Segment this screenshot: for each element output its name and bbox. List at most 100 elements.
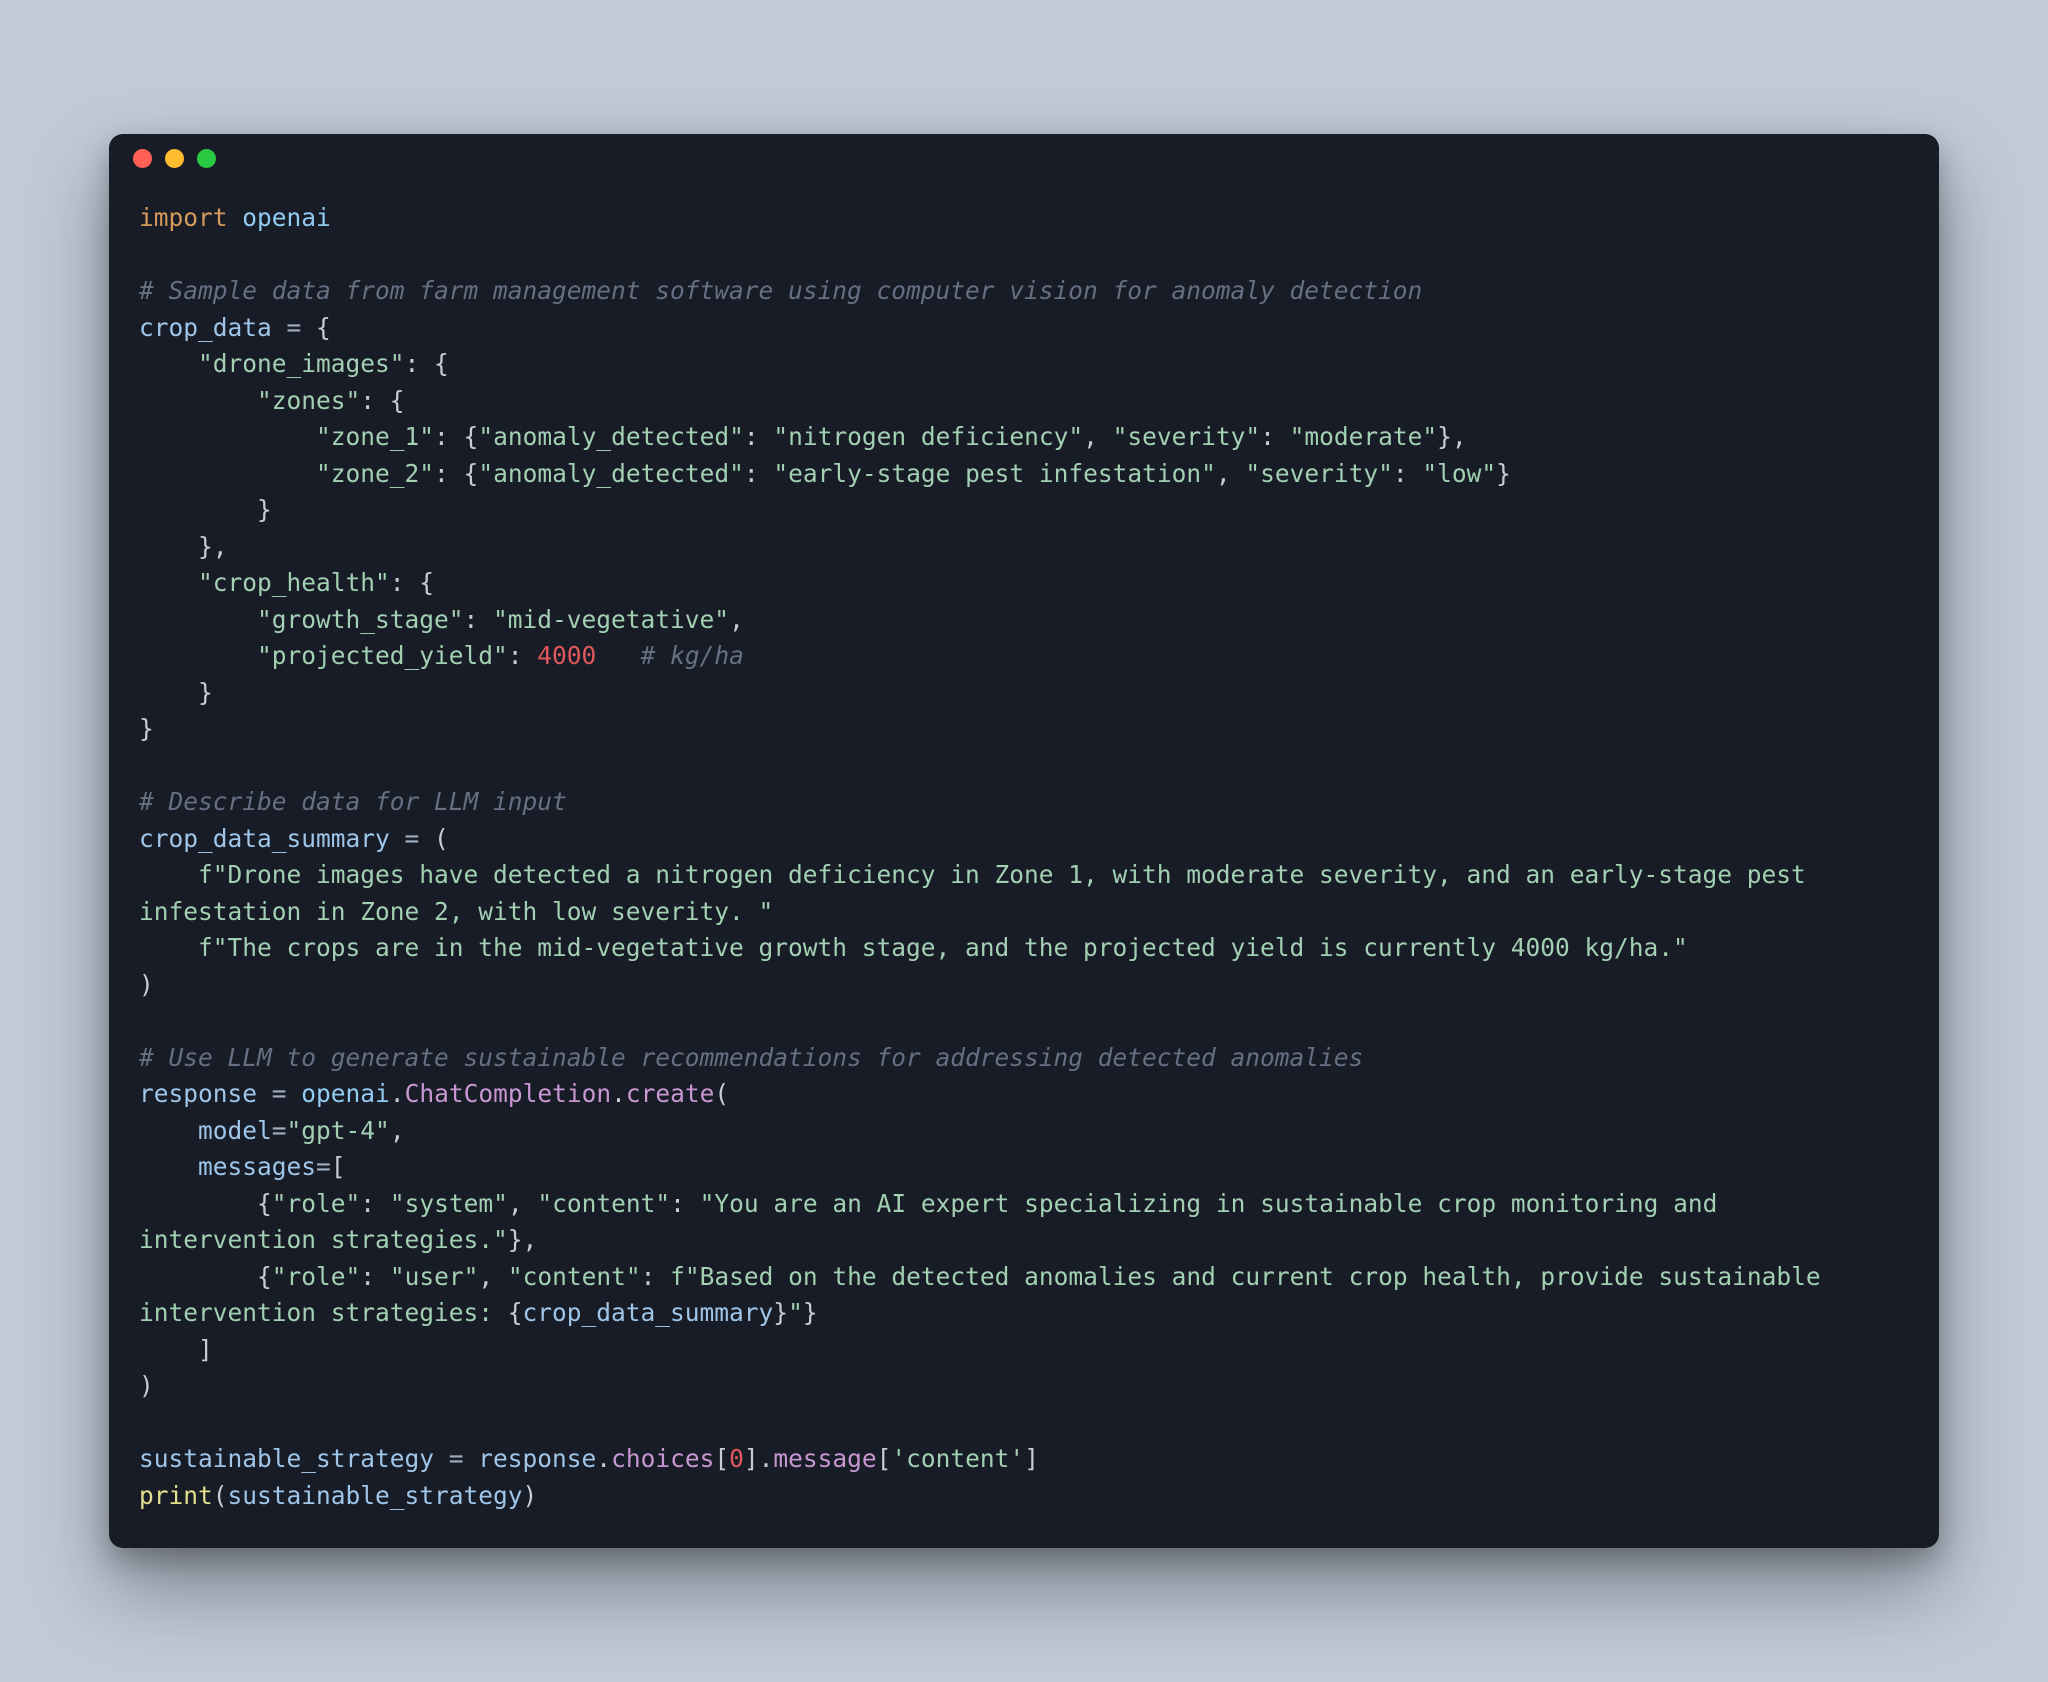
token-string: "zone_2": [316, 459, 434, 488]
token-punct: :: [360, 386, 390, 415]
window-titlebar: [109, 134, 1939, 182]
token-punct: {: [316, 313, 331, 342]
token-comment: # kg/ha: [641, 641, 744, 670]
token-string: "mid-vegetative": [493, 605, 729, 634]
close-icon[interactable]: [133, 149, 152, 168]
token-string: "severity": [1245, 459, 1393, 488]
token-punct: },: [508, 1225, 538, 1254]
token-string: "user": [390, 1262, 479, 1291]
token-variable: crop_data: [139, 313, 272, 342]
token-punct: :: [434, 459, 464, 488]
token-param: model: [198, 1116, 272, 1145]
token-punct: :: [434, 422, 464, 451]
indent: [139, 933, 198, 962]
token-module: openai: [242, 203, 331, 232]
token-punct: ,: [508, 1189, 538, 1218]
token-punct: (: [213, 1481, 228, 1510]
token-function: create: [626, 1079, 715, 1108]
token-operator: =: [434, 1444, 478, 1473]
indent: [139, 495, 257, 524]
token-punct: {: [464, 459, 479, 488]
token-punct: },: [198, 532, 228, 561]
token-operator: =: [257, 1079, 301, 1108]
token-string: "drone_images": [198, 349, 405, 378]
token-operator: =: [390, 824, 434, 853]
token-string: "low": [1422, 459, 1496, 488]
token-string: "role": [272, 1262, 361, 1291]
token-string: "early-stage pest infestation": [773, 459, 1216, 488]
token-variable: sustainable_strategy: [139, 1444, 434, 1473]
token-punct: ]: [198, 1335, 213, 1364]
token-string: "content": [508, 1262, 641, 1291]
token-module: openai: [301, 1079, 390, 1108]
maximize-icon[interactable]: [197, 149, 216, 168]
token-string: "moderate": [1290, 422, 1438, 451]
token-punct: }: [198, 678, 213, 707]
token-operator: =: [316, 1152, 331, 1181]
token-punct: }: [803, 1298, 818, 1327]
token-comment: # Sample data from farm management softw…: [139, 276, 1422, 305]
minimize-icon[interactable]: [165, 149, 184, 168]
token-punct: ): [139, 1371, 154, 1400]
token-punct: {: [390, 386, 405, 415]
code-editor[interactable]: import openai # Sample data from farm ma…: [109, 182, 1939, 1548]
token-string: "system": [390, 1189, 508, 1218]
indent: [139, 1116, 198, 1145]
indent: [139, 678, 198, 707]
token-punct: :: [360, 1262, 390, 1291]
token-interp-brace: {: [508, 1298, 523, 1327]
token-punct: ,: [478, 1262, 508, 1291]
token-string: "nitrogen deficiency": [773, 422, 1083, 451]
indent: [139, 1189, 257, 1218]
token-punct: :: [405, 349, 435, 378]
token-string: ": [788, 1298, 803, 1327]
token-string: "zone_1": [316, 422, 434, 451]
indent: [139, 349, 198, 378]
token-punct: :: [464, 605, 494, 634]
token-string: f"The crops are in the mid-vegetative gr…: [198, 933, 1688, 962]
token-punct: [: [714, 1444, 729, 1473]
token-string: "anomaly_detected": [478, 459, 744, 488]
indent: [139, 422, 316, 451]
token-comment: # Use LLM to generate sustainable recomm…: [139, 1043, 1363, 1072]
indent: [139, 860, 198, 889]
token-punct: ,: [1083, 422, 1113, 451]
indent: [139, 1335, 198, 1364]
token-string: "projected_yield": [257, 641, 508, 670]
token-punct: :: [641, 1262, 671, 1291]
token-string: "crop_health": [198, 568, 390, 597]
token-punct: .: [611, 1079, 626, 1108]
indent: [139, 532, 198, 561]
token-string: "zones": [257, 386, 360, 415]
token-punct: ,: [1216, 459, 1246, 488]
token-punct: ]: [744, 1444, 759, 1473]
token-punct: (: [714, 1079, 729, 1108]
token-variable: response: [478, 1444, 596, 1473]
token-string: 'content': [891, 1444, 1024, 1473]
token-punct: }: [257, 495, 272, 524]
token-punct: .: [759, 1444, 774, 1473]
token-punct: }: [1496, 459, 1511, 488]
token-comment: # Describe data for LLM input: [139, 787, 567, 816]
token-punct: (: [434, 824, 449, 853]
token-number: 0: [729, 1444, 744, 1473]
token-string: "role": [272, 1189, 361, 1218]
token-punct: :: [1260, 422, 1290, 451]
token-attr: choices: [611, 1444, 714, 1473]
token-punct: [: [877, 1444, 892, 1473]
token-number: 4000: [537, 641, 596, 670]
token-punct: ): [139, 970, 154, 999]
token-punct: ,: [729, 605, 744, 634]
token-punct: :: [1393, 459, 1423, 488]
token-string: f"Drone images have detected a nitrogen …: [139, 860, 1821, 926]
token-punct: {: [434, 349, 449, 378]
indent: [139, 605, 257, 634]
token-punct: {: [257, 1189, 272, 1218]
token-operator: =: [272, 1116, 287, 1145]
indent: [139, 386, 257, 415]
token-punct: :: [390, 568, 420, 597]
token-punct: ): [523, 1481, 538, 1510]
token-punct: .: [390, 1079, 405, 1108]
token-string: "content": [537, 1189, 670, 1218]
token-punct: [: [331, 1152, 346, 1181]
